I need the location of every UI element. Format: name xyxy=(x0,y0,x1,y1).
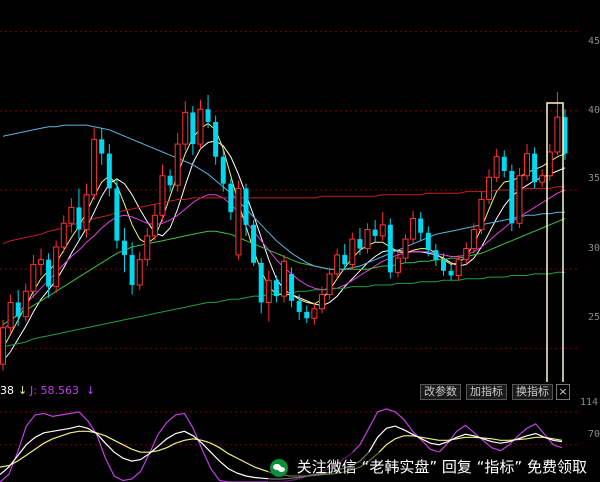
candle-body xyxy=(159,175,166,216)
candle-body xyxy=(402,238,409,259)
candle-body xyxy=(53,246,60,288)
candle-body xyxy=(15,302,21,317)
j-value-label: J: 58.563 xyxy=(30,384,79,397)
candle-body xyxy=(83,194,90,231)
candle-body xyxy=(433,250,439,260)
candle-body xyxy=(273,280,279,297)
candle-body xyxy=(251,224,257,263)
candle-body xyxy=(114,188,120,241)
candle-body xyxy=(524,153,531,177)
candle-body xyxy=(425,232,431,251)
switch-indicator-button[interactable]: 换指标 xyxy=(512,384,553,400)
candle-body xyxy=(478,199,485,231)
candle-body xyxy=(136,259,143,286)
modify-params-button[interactable]: 改参数 xyxy=(420,384,461,400)
candle-body xyxy=(493,156,500,178)
candle-body xyxy=(349,238,356,265)
candle-body xyxy=(205,109,211,122)
candle-body xyxy=(213,121,219,157)
candle-body xyxy=(318,294,325,310)
candle-body xyxy=(190,112,196,145)
candle-body xyxy=(0,327,6,365)
candlestick-chart xyxy=(0,31,580,382)
candle-body xyxy=(532,153,538,183)
candle-body xyxy=(46,259,52,287)
candle-body xyxy=(304,311,310,319)
y-axis-tick: 30 xyxy=(588,243,600,254)
candle-body xyxy=(37,259,44,265)
candle-body xyxy=(418,218,424,233)
candle-body xyxy=(372,229,378,236)
candle-body xyxy=(7,301,14,329)
wechat-icon xyxy=(270,458,288,477)
candle-body xyxy=(22,290,29,318)
candle-body xyxy=(151,214,158,237)
candle-body xyxy=(357,239,363,249)
candle-body xyxy=(235,187,242,256)
candle-body xyxy=(91,138,98,196)
candle-body xyxy=(167,175,173,186)
candle-body xyxy=(379,224,386,237)
add-indicator-button[interactable]: 加指标 xyxy=(466,384,507,400)
candle-body xyxy=(311,308,318,319)
candle-body xyxy=(289,273,295,301)
candle-body xyxy=(470,229,477,250)
y-axis-tick: 25 xyxy=(588,312,600,323)
candle-body xyxy=(410,218,417,240)
candle-body xyxy=(364,229,371,250)
candle-body xyxy=(60,222,67,248)
candle-body xyxy=(197,108,204,145)
candle-body xyxy=(174,143,181,186)
candle-body xyxy=(440,259,446,271)
y-axis-tick: 45 xyxy=(588,36,600,47)
candle-body xyxy=(281,260,287,297)
candle-body xyxy=(129,254,135,285)
candle-body xyxy=(144,235,151,261)
candle-body xyxy=(99,139,105,154)
moving-average-lines xyxy=(2,122,566,362)
moving-average-line xyxy=(2,122,566,349)
candle-body xyxy=(220,156,226,184)
candle-body xyxy=(463,248,470,261)
candle-body xyxy=(387,224,393,273)
y-axis-tick: 40 xyxy=(588,105,600,116)
candle-body xyxy=(448,270,454,276)
candle-body xyxy=(342,254,348,265)
candle-body xyxy=(516,175,523,224)
candle-body xyxy=(486,176,493,200)
candle-body xyxy=(539,175,546,183)
j-down-arrow-icon: ↓ xyxy=(86,384,96,397)
watermark: 关注微信 “老韩实盘” 回复 “指标” 免费领取 xyxy=(268,452,600,482)
down-arrow-icon: ↓ xyxy=(18,384,28,397)
candle-body xyxy=(228,183,234,213)
candle-body xyxy=(394,257,401,273)
candle-body xyxy=(334,254,341,275)
candle-body xyxy=(182,111,189,145)
candle-body xyxy=(122,240,128,255)
indicator-left-value: 38 xyxy=(0,384,14,397)
candles xyxy=(0,91,568,371)
candle-body xyxy=(265,279,272,303)
kdj-axis-tick: 114 xyxy=(580,397,599,408)
candle-body xyxy=(243,188,249,225)
kdj-axis-tick: 70 xyxy=(588,429,600,440)
candle-body xyxy=(326,273,333,295)
candle-body xyxy=(546,151,553,177)
candle-body xyxy=(501,156,507,171)
candle-body xyxy=(30,263,37,292)
candle-body xyxy=(76,207,82,230)
candle-body xyxy=(106,153,112,189)
candle-body xyxy=(68,206,75,224)
candle-body xyxy=(258,262,264,303)
candle-body xyxy=(296,300,302,312)
close-icon[interactable]: × xyxy=(556,384,570,400)
indicator-toolbar: 38 ↓ J: 58.563 ↓ 改参数 加指标 换指标 × xyxy=(0,382,600,400)
y-axis-tick: 35 xyxy=(588,173,600,184)
watermark-text: 关注微信 “老韩实盘” 回复 “指标” 免费领取 xyxy=(296,458,587,476)
candle-body xyxy=(554,116,561,153)
candle-body xyxy=(455,259,462,276)
candle-body xyxy=(509,171,515,224)
